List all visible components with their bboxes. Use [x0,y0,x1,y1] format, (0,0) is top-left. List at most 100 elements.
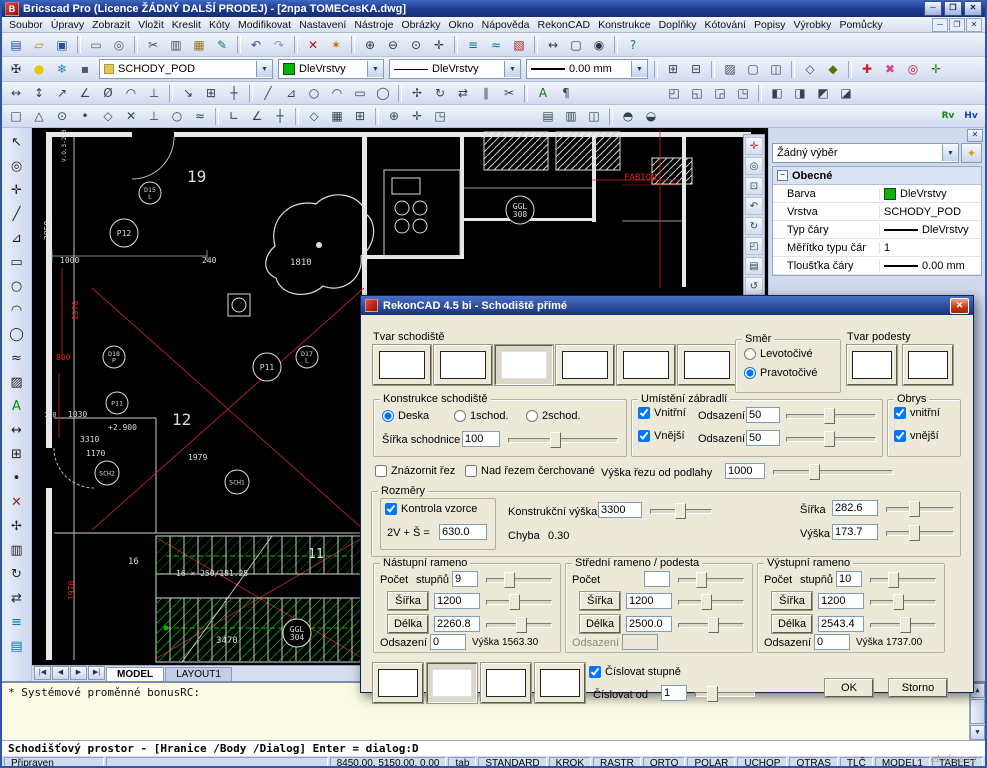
stair-type-button-6[interactable] [678,345,736,385]
tab-prev-button[interactable]: ◀ [52,666,69,680]
color-combo[interactable]: DleVrstvy ▼ [278,59,384,79]
stair-type-button-4[interactable] [556,345,614,385]
property-row-meritko-typu-car[interactable]: Měřítko typu čár1 [773,239,981,257]
pan-icon[interactable]: ✛ [5,178,29,202]
render-settings-icon[interactable]: ◪ [835,83,857,104]
osnap-target-icon[interactable]: ◎ [902,59,924,80]
chevron-down-icon[interactable]: ▼ [367,61,383,77]
vyska-input[interactable] [832,524,878,540]
status-toggle-orto[interactable]: ORTO [643,757,686,768]
pan-icon[interactable]: ✛ [428,34,450,55]
radio-1schod[interactable]: 1schod. [454,410,509,422]
status-toggle-polar[interactable]: POLAR [687,757,735,768]
copy-icon[interactable]: ▥ [5,538,29,562]
obrys-vnejsi-row[interactable]: vnější [894,430,939,442]
vnejsi-odsazeni-slider[interactable] [786,430,876,446]
color-picker-icon[interactable]: ▧ [508,34,530,55]
layout-template-icon[interactable]: ▥ [560,106,582,127]
stredni-rameno-pocet-input[interactable] [644,571,670,587]
chevron-down-icon[interactable]: ▼ [942,145,958,161]
close-button[interactable]: ✕ [964,1,982,16]
menu-item-upravy[interactable]: Úpravy [47,18,88,32]
chevron-down-icon[interactable]: ▼ [631,61,647,77]
nastupni-rameno-delka-button[interactable]: Délka [388,615,428,633]
vyska-slider[interactable] [886,524,954,540]
obrys-vnitrni-row[interactable]: vnitřní [894,407,940,419]
snap-perpendicular-icon[interactable]: ⊥ [143,106,165,127]
stair-type-button-2[interactable] [434,345,492,385]
collapse-icon[interactable]: − [777,170,788,181]
minimize-button[interactable]: ─ [924,1,942,16]
block-create-icon[interactable]: ⊞ [662,59,684,80]
dialog-close-button[interactable]: ✕ [950,298,969,314]
sirka-slider[interactable] [886,500,954,516]
pravotocive-radio[interactable] [744,367,756,379]
podesta-type-button-2[interactable] [903,345,953,385]
zoom-extents-icon[interactable]: ⊙ [405,34,427,55]
save-icon[interactable]: ▣ [51,34,73,55]
menu-item-modifikovat[interactable]: Modifikovat [234,18,295,32]
stair-preview-button-2[interactable] [427,663,477,703]
zoom-in-icon[interactable]: ⊕ [359,34,381,55]
cerchovane-checkbox[interactable] [465,465,477,477]
stair-type-button-5[interactable] [617,345,675,385]
1schod-radio[interactable] [454,410,466,422]
menu-item-okno[interactable]: Okno [445,18,478,32]
menu-item-kreslit[interactable]: Kreslit [168,18,205,32]
menu-item-vlozit[interactable]: Vložit [134,18,168,32]
menu-item-zobrazit[interactable]: Zobrazit [88,18,134,32]
snap-toggle-icon[interactable]: ⊞ [349,106,371,127]
cislovat-stupne-checkbox[interactable] [589,666,601,678]
view-iso-icon[interactable]: ◳ [732,83,754,104]
zoom-out-icon[interactable]: ⊖ [382,34,404,55]
layer-freeze-icon[interactable]: ❄ [51,59,73,80]
snap-node-icon[interactable]: • [74,106,96,127]
redo-icon[interactable]: ↷ [268,34,290,55]
vystupni-rameno-sirka-button[interactable]: Šířka [772,592,812,610]
block-insert-icon[interactable]: ⊟ [685,59,707,80]
text-icon[interactable]: A [5,394,29,418]
layer-lock-icon[interactable]: ▪ [74,59,96,80]
copy-icon[interactable]: ▥ [165,34,187,55]
sirka-schodnice-input[interactable] [462,431,500,447]
scroll-down-icon[interactable]: ▼ [970,725,985,740]
dimension-icon[interactable]: ↔ [5,418,29,442]
stair-preview-button-1[interactable] [373,663,423,703]
snap-endpoint-icon[interactable]: □ [5,106,27,127]
render-icon[interactable]: ◆ [822,59,844,80]
vnitrni-zabradli-checkbox-row[interactable]: Vnitřní [638,407,686,419]
explode-icon[interactable]: ✶ [325,34,347,55]
pan-realtime-icon[interactable]: ✛ [745,137,763,155]
menu-item-pomucky[interactable]: Pomůcky [835,18,886,32]
vnitrni-odsazeni-slider[interactable] [786,407,876,423]
nastupni-rameno-pocet-input[interactable] [452,571,478,587]
2schod-radio[interactable] [526,410,538,422]
region-icon[interactable]: ▢ [742,59,764,80]
stredni-rameno-delka-button[interactable]: Délka [580,615,620,633]
snap-tangent-icon[interactable]: ○ [166,106,188,127]
zoom-window-icon[interactable]: ⊡ [745,177,763,195]
boundary-icon[interactable]: ◫ [765,59,787,80]
doc-minimize-button[interactable]: ─ [932,18,948,32]
polar-icon[interactable]: ∠ [246,106,268,127]
nastupni-rameno-delka-slider[interactable] [486,616,552,632]
nastupni-rameno-odsazeni-input[interactable] [430,634,466,650]
vystupni-rameno-delka-button[interactable]: Délka [772,615,812,633]
erase-icon[interactable]: ✕ [302,34,324,55]
tab-next-button[interactable]: ▶ [70,666,87,680]
cerchovane-row[interactable]: Nad řezem čerchované [465,465,595,477]
ucs-origin-icon[interactable]: ✛ [406,106,428,127]
dim-ordinate-icon[interactable]: ⊥ [143,83,165,104]
undo-icon[interactable]: ↶ [245,34,267,55]
snap-center-icon[interactable]: ⊙ [51,106,73,127]
help-icon[interactable]: ? [622,34,644,55]
vnejsi-odsazeni-input[interactable] [746,430,780,446]
arc-icon[interactable]: ◠ [5,298,29,322]
center-mark-icon[interactable]: ┼ [223,83,245,104]
line-icon[interactable]: ╱ [257,83,279,104]
hv-icon[interactable]: Hv [960,106,982,127]
menu-item-soubor[interactable]: Soubor [5,18,47,32]
menu-item-koty[interactable]: Kóty [205,18,234,32]
move-icon[interactable]: ✢ [5,514,29,538]
named-views-icon[interactable]: ▤ [745,257,763,275]
